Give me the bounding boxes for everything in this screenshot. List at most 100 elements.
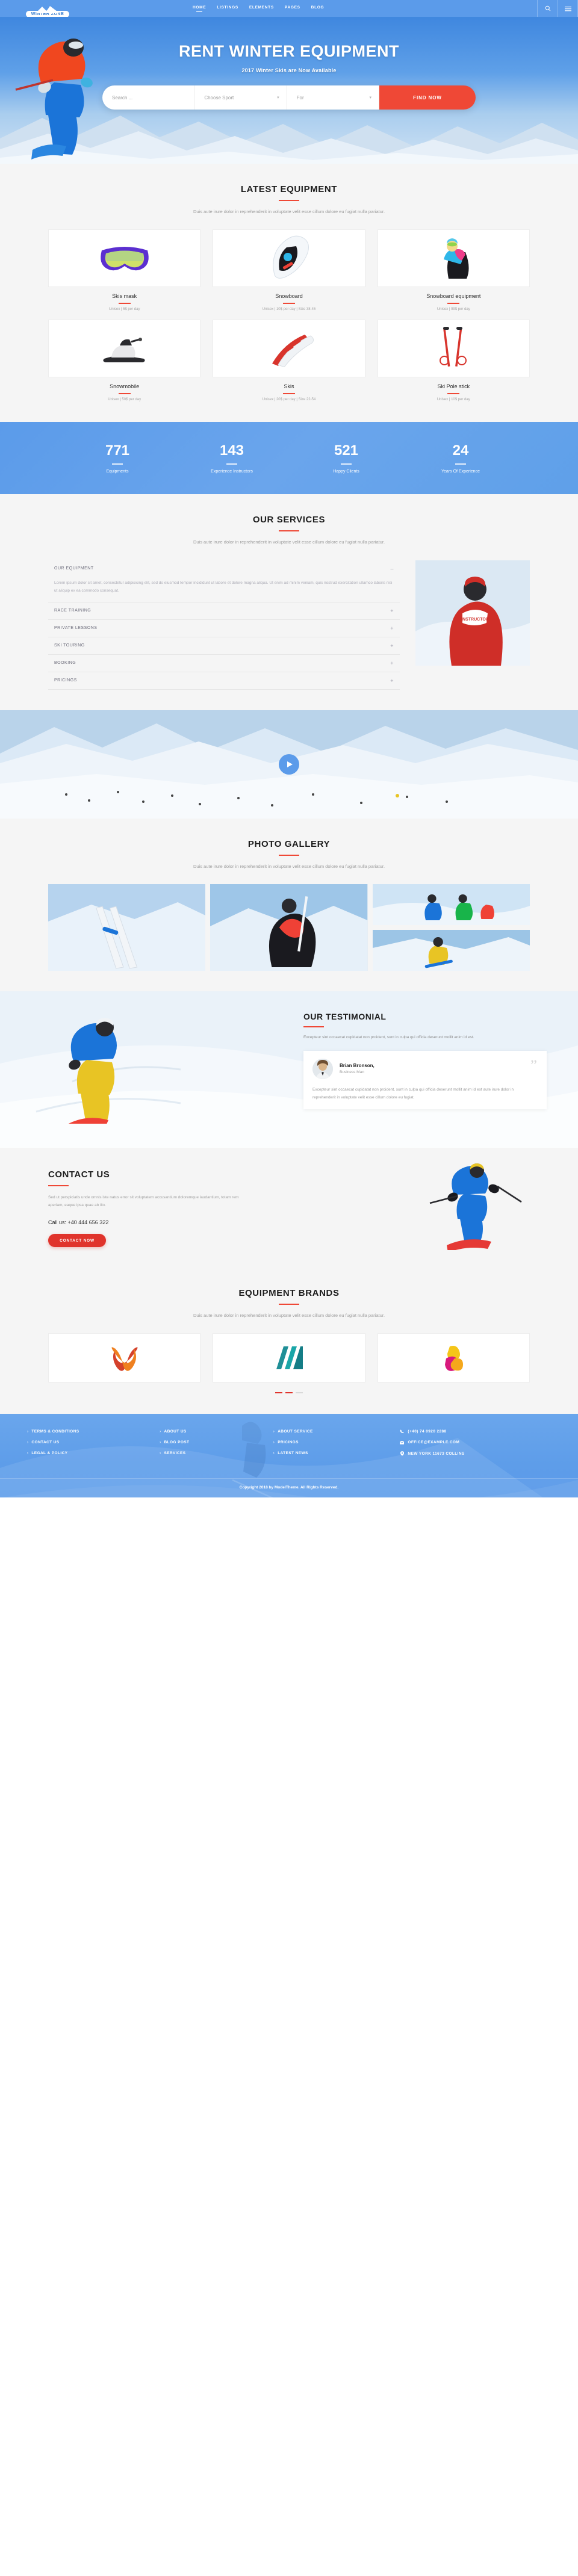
avatar: [312, 1058, 333, 1079]
photo-gallery-section: PHOTO GALLERY Duis aute irure dolor in r…: [0, 818, 578, 991]
menu-button[interactable]: [558, 0, 578, 17]
footer-email-label: OFFICE@EXAMPLE.COM: [408, 1440, 460, 1445]
gallery-title: PHOTO GALLERY: [247, 838, 331, 849]
footer-link-label: ABOUT US: [164, 1429, 187, 1434]
footer-column-2: › ABOUT US › BLOG POST › SERVICES: [160, 1429, 273, 1463]
for-select[interactable]: For: [287, 85, 379, 110]
search-icon: [545, 5, 550, 11]
testimonial-card: ” Brian Bronson, Business Man Excepteur …: [303, 1050, 547, 1109]
site-logo[interactable]: WINTER ZONE: [20, 2, 75, 17]
accordion-body: Lorem ipsum dolor sit amet, consectetur …: [54, 580, 393, 593]
site-footer: › TERMS & CONDITIONS › CONTACT US › LEGAL &…: [0, 1414, 578, 1498]
stat-label: Experience Instructors: [211, 469, 253, 474]
nav-item-blog[interactable]: BLOG: [311, 5, 325, 11]
search-button[interactable]: [537, 0, 558, 17]
equipment-card[interactable]: Snowboard Unisex | 10$ per day | Size 38…: [213, 229, 365, 311]
equipment-name: Snowboard equipment: [426, 293, 481, 300]
equipment-card[interactable]: Skis mask Unisex | 5$ per day: [48, 229, 201, 311]
stat-value: 521: [334, 442, 359, 459]
hero-subtitle: 2017 Winter Skis are Now Available: [241, 67, 337, 73]
gallery-item[interactable]: [372, 929, 530, 971]
equipment-card[interactable]: Ski Pole stick Unisex | 10$ per day: [377, 320, 530, 401]
brands-grid: [48, 1333, 530, 1383]
card-underline: [447, 393, 460, 395]
snowboarder-icon: [377, 229, 530, 288]
gallery-item[interactable]: [210, 884, 368, 971]
hero-search-bar: Search ... Choose Sport For FIND NOW: [102, 85, 476, 110]
contact-phone: Call us: +40 444 656 322: [48, 1219, 109, 1226]
accordion-header[interactable]: RACE TRAINING +: [48, 602, 400, 619]
accordion-header[interactable]: OUR EQUIPMENT –: [48, 560, 400, 577]
equipment-card[interactable]: Snowmobile Unisex | 50$ per day: [48, 320, 201, 402]
snowboarder-photo: [68, 1017, 117, 1124]
carousel-dot[interactable]: [275, 1392, 282, 1394]
footer-link[interactable]: › PRICINGS: [273, 1440, 400, 1444]
nav-item-home[interactable]: HOME: [193, 5, 206, 11]
gallery-item[interactable]: [48, 884, 206, 971]
gallery-item[interactable]: [372, 884, 530, 925]
carousel-dot[interactable]: [285, 1392, 293, 1394]
card-underline: [282, 303, 295, 305]
footer-link[interactable]: › LATEST NEWS: [273, 1451, 400, 1455]
nav-item-elements[interactable]: ELEMENTS: [249, 5, 274, 11]
footer-link[interactable]: › SERVICES: [160, 1451, 273, 1455]
expand-icon: +: [390, 660, 394, 666]
services-description: Duis aute irure dolor in reprehenderit i…: [193, 539, 385, 545]
testimonial-author: Brian Bronson,: [340, 1063, 374, 1069]
stat-value: 143: [219, 442, 244, 459]
equipment-grid: Skis mask Unisex | 5$ per day Snowboard …: [48, 229, 530, 401]
brand-logo-infinity[interactable]: [48, 1333, 201, 1383]
footer-email[interactable]: OFFICE@EXAMPLE.COM: [399, 1440, 551, 1444]
footer-link[interactable]: › BLOG POST: [160, 1440, 273, 1444]
accordion-label: BOOKING: [54, 661, 76, 665]
equipment-name: Ski Pole stick: [437, 383, 470, 390]
accordion-header[interactable]: BOOKING +: [48, 655, 400, 672]
search-input[interactable]: Search ...: [102, 85, 195, 110]
accordion-header[interactable]: SKI TOURING +: [48, 637, 400, 654]
footer-link[interactable]: › TERMS & CONDITIONS: [27, 1429, 160, 1434]
footer-link[interactable]: › CONTACT US: [27, 1440, 160, 1444]
play-button[interactable]: [279, 754, 299, 775]
contact-now-button[interactable]: CONTACT NOW: [48, 1234, 106, 1248]
equipment-name: Skis: [284, 383, 294, 390]
brands-carousel-dots: [0, 1392, 578, 1394]
accordion-header[interactable]: PRIVATE LESSONS +: [48, 620, 400, 637]
mountain-icon: [36, 6, 60, 13]
equipment-meta: Unisex | 99$ per day: [437, 308, 470, 312]
services-section: OUR SERVICES Duis aute irure dolor in re…: [0, 494, 578, 710]
stat-value: 24: [452, 442, 469, 459]
title-underline: [303, 1026, 324, 1027]
brand-logo-ribbon[interactable]: [377, 1333, 530, 1383]
find-now-button[interactable]: FIND NOW: [379, 85, 476, 110]
hero-section: RENT WINTER EQUIPMENT 2017 Winter Skis a…: [0, 17, 578, 164]
stats-section: 771 Equipments 143 Experience Instructor…: [0, 422, 578, 495]
accordion-label: PRICINGS: [54, 678, 77, 683]
testimonial-quote: Excepteur sint occaecat cupidatat non pr…: [312, 1087, 514, 1100]
footer-phone[interactable]: (+40) 74 0920 2288: [399, 1429, 551, 1434]
nav-item-listings[interactable]: LISTINGS: [217, 5, 238, 11]
footer-link[interactable]: › ABOUT SERVICE: [273, 1429, 400, 1434]
accordion-header[interactable]: PRICINGS +: [48, 672, 400, 689]
equipment-card[interactable]: Skis Unisex | 20$ per day | Size 22-54: [213, 320, 365, 401]
sport-select[interactable]: Choose Sport: [194, 85, 287, 110]
snowmobile-icon: [48, 320, 201, 378]
equipment-meta: Unisex | 50$ per day: [108, 398, 141, 402]
nav-item-pages[interactable]: PAGES: [285, 5, 300, 11]
title-underline: [279, 530, 299, 532]
brand-logo-m[interactable]: [213, 1333, 365, 1383]
chevron-right-icon: ›: [160, 1451, 161, 1455]
skis-icon: [213, 320, 365, 378]
footer-link[interactable]: › LEGAL & POLICY: [27, 1451, 160, 1455]
pin-icon: [399, 1451, 405, 1457]
equipment-card[interactable]: Snowboard equipment Unisex | 99$ per day: [377, 229, 530, 312]
chevron-right-icon: ›: [160, 1440, 161, 1444]
carousel-dot[interactable]: [296, 1392, 303, 1394]
card-underline: [282, 393, 295, 395]
stat-underline: [112, 463, 123, 465]
mail-icon: [399, 1440, 405, 1444]
footer-address[interactable]: NEW YORK 11673 COLLINS: [399, 1451, 551, 1457]
phone-icon: [399, 1429, 405, 1434]
footer-link[interactable]: › ABOUT US: [160, 1429, 273, 1434]
stat-underline: [341, 463, 352, 465]
ski-goggles-icon: [48, 229, 201, 288]
